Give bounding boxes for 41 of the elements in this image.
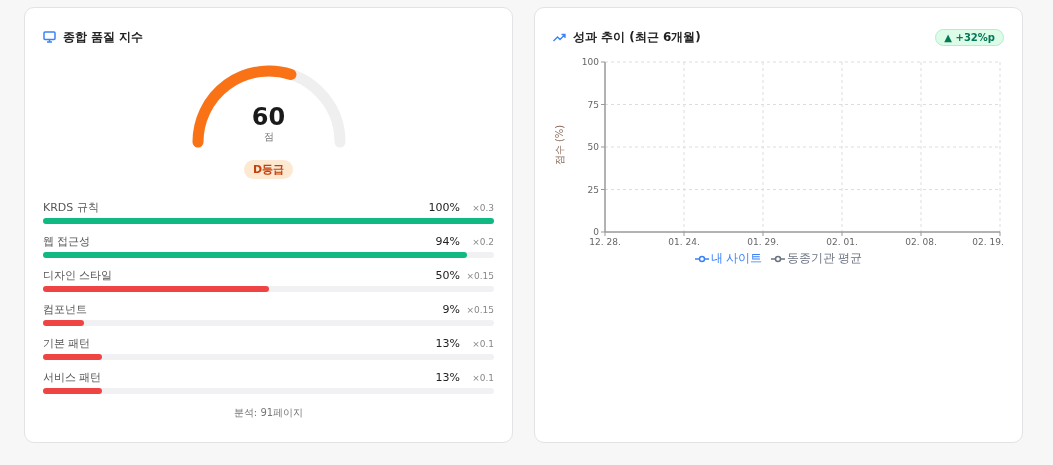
x-tick-label: 01. 24. (668, 237, 700, 247)
metric-weight: ×0.1 (471, 338, 494, 349)
metric-percent: 13% (435, 371, 460, 384)
y-tick-label: 100 (581, 57, 599, 67)
metric-label: 기본 패턴 (43, 336, 92, 351)
change-badge: ▲ +32%p (935, 28, 1004, 46)
metric-percent: 100% (428, 201, 460, 214)
card-title: 성과 추이 (최근 6개월) (573, 28, 701, 46)
x-tick-label: 12. 28. (589, 237, 621, 247)
x-tick-label: 02. 01. (826, 237, 858, 247)
grade-badge: D등급 (243, 160, 294, 179)
metric-weight: ×0.2 (471, 236, 494, 247)
legend-label[interactable]: 동종기관 평균 (786, 250, 863, 267)
metric-weight: ×0.1 (471, 372, 494, 383)
x-tick-label: 02. 08. (905, 237, 937, 247)
y-tick-label: 0 (593, 227, 599, 237)
x-tick-label: 01. 29. (747, 237, 779, 247)
y-tick-label: 75 (587, 99, 599, 110)
score-value: 60 (251, 104, 286, 130)
metric-percent: 9% (442, 303, 460, 316)
card-title: 종합 품질 지수 (63, 28, 144, 46)
y-tick-label: 25 (587, 184, 599, 195)
metric-label: 웹 접근성 (43, 234, 92, 249)
metric-percent: 50% (435, 269, 460, 282)
metric-percent: 94% (435, 235, 460, 248)
metric-label: 서비스 패턴 (43, 370, 103, 385)
legend-label[interactable]: 내 사이트 (710, 250, 763, 267)
monitor-icon (43, 31, 56, 43)
metric-weight: ×0.3 (471, 202, 494, 213)
trend-up-icon (553, 32, 566, 42)
y-tick-label: 50 (587, 142, 599, 152)
metric-label: 컴포넌트 (43, 302, 88, 317)
metric-weight: ×0.15 (465, 270, 494, 281)
score-unit: 점 (263, 130, 274, 144)
metric-label: KRDS 규칙 (43, 200, 100, 215)
x-tick-label: 02. 19. (972, 237, 1004, 247)
analysis-note: 분석: 91페이지 (232, 406, 305, 420)
metric-weight: ×0.15 (465, 304, 494, 315)
y-axis-title: 점수 (%) (554, 124, 565, 166)
metric-percent: 13% (435, 337, 460, 350)
metric-label: 디자인 스타일 (43, 268, 114, 283)
